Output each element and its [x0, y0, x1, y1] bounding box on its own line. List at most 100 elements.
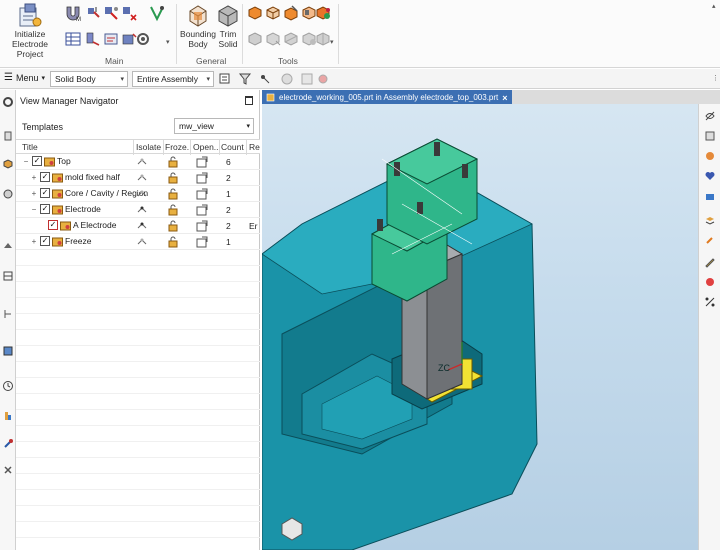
table-row[interactable]: + ✓ Freeze 1	[16, 234, 260, 250]
tools-wrench-icon[interactable]	[2, 438, 14, 450]
tools-disabled-icon-3[interactable]	[282, 30, 300, 48]
expand-toggle-icon[interactable]: +	[30, 237, 38, 246]
close-tab-icon[interactable]: ×	[502, 93, 507, 103]
column-divider[interactable]	[163, 140, 164, 155]
open-part-icon[interactable]	[196, 220, 208, 232]
column-header-open[interactable]: Open...	[193, 142, 219, 152]
lock-icon[interactable]	[167, 236, 179, 248]
column-header-count[interactable]: Count	[221, 142, 244, 152]
view-manager-navigator-icon[interactable]	[2, 240, 14, 252]
snap-disabled-icon-1[interactable]	[280, 72, 294, 86]
lock-icon[interactable]	[167, 204, 179, 216]
open-part-icon[interactable]	[196, 204, 208, 216]
isolate-icon[interactable]	[136, 220, 148, 232]
constraint-navigator-icon[interactable]	[2, 188, 14, 200]
column-header-frozen[interactable]: Froze...	[165, 142, 189, 152]
lock-icon[interactable]	[167, 172, 179, 184]
tools-gallery-dropdown-icon[interactable]: ▾	[330, 38, 334, 46]
document-tab[interactable]: electrode_working_005.prt in Assembly el…	[262, 90, 512, 104]
isolate-icon[interactable]	[136, 156, 148, 168]
type-filter-select[interactable]: Solid Body ▾	[50, 71, 128, 87]
visibility-checkbox[interactable]: ✓	[40, 188, 50, 198]
visibility-checkbox[interactable]: ✓	[48, 220, 58, 230]
table-row[interactable]: + ✓ Core / Cavity / Region 1	[16, 186, 260, 202]
visibility-checkbox[interactable]: ✓	[40, 172, 50, 182]
table-grid-icon[interactable]	[64, 30, 82, 48]
table-row[interactable]: ✓ A Electrode 2 Er	[16, 218, 260, 234]
history-icon[interactable]	[2, 308, 14, 320]
expand-toggle-icon[interactable]: −	[30, 205, 38, 214]
table-row[interactable]: − ✓ Electrode 2	[16, 202, 260, 218]
tools-edit-cube-icon[interactable]	[282, 4, 300, 22]
electrode-move-icon[interactable]	[102, 4, 120, 22]
tools-color-cube-icon[interactable]	[314, 4, 332, 22]
hide-icon[interactable]	[704, 110, 716, 122]
reuse-library-icon[interactable]	[2, 270, 14, 282]
assembly-navigator-icon[interactable]	[2, 158, 14, 170]
lock-icon[interactable]	[167, 220, 179, 232]
open-part-icon[interactable]	[196, 156, 208, 168]
palette-icon[interactable]	[2, 345, 14, 357]
expand-toggle-icon[interactable]: −	[22, 157, 30, 166]
snap-point-icon[interactable]	[258, 72, 272, 86]
column-divider[interactable]	[219, 140, 220, 155]
expand-toggle-icon[interactable]: +	[30, 189, 38, 198]
wrench-icon[interactable]	[704, 234, 716, 246]
lock-icon[interactable]	[167, 188, 179, 200]
visibility-checkbox[interactable]: ✓	[32, 156, 42, 166]
layer-icon[interactable]	[704, 214, 716, 226]
mold-assembly-model[interactable]: ZC	[262, 104, 698, 550]
isolate-icon[interactable]	[136, 204, 148, 216]
electrode-report-icon[interactable]	[102, 30, 120, 48]
heart-shape-icon[interactable]	[704, 170, 716, 182]
column-header-title[interactable]: Title	[22, 142, 38, 152]
column-divider[interactable]	[133, 140, 134, 155]
visibility-checkbox[interactable]: ✓	[40, 204, 50, 214]
clock-icon[interactable]	[2, 380, 14, 392]
part-navigator-icon[interactable]	[2, 130, 14, 142]
column-divider[interactable]	[190, 140, 191, 155]
gear-settings-icon[interactable]	[134, 30, 152, 48]
gear-icon[interactable]	[2, 96, 14, 108]
color-icon[interactable]	[704, 150, 716, 162]
electrode-design-icon[interactable]	[84, 30, 102, 48]
graphics-viewport[interactable]: ZC	[262, 104, 698, 550]
visibility-checkbox[interactable]: ✓	[40, 236, 50, 246]
initialize-electrode-project-button[interactable]: Initialize Electrode Project	[2, 2, 58, 59]
column-header-isolate[interactable]: Isolate	[136, 142, 161, 152]
electrode-add-icon[interactable]	[84, 4, 102, 22]
scope-filter-select[interactable]: Entire Assembly ▾	[132, 71, 214, 87]
check-filter-icon[interactable]	[148, 4, 166, 22]
isolate-icon[interactable]	[136, 172, 148, 184]
open-part-icon[interactable]	[196, 188, 208, 200]
bounding-body-button[interactable]: Bounding Body	[180, 2, 216, 49]
column-divider[interactable]	[246, 140, 247, 155]
tools-disabled-icon-2[interactable]	[264, 30, 282, 48]
toolbar-overflow-icon[interactable]: ⋮	[712, 74, 719, 82]
ribbon-collapse-icon[interactable]: ▴	[712, 2, 716, 10]
tools-disabled-icon-1[interactable]	[246, 30, 264, 48]
show-icon[interactable]	[704, 130, 716, 142]
menu-button[interactable]: ☰ Menu ▾	[4, 72, 45, 83]
column-header-re[interactable]: Re	[249, 142, 260, 152]
display-mode-icon[interactable]	[704, 190, 716, 202]
open-part-icon[interactable]	[196, 236, 208, 248]
funnel-icon[interactable]	[238, 72, 252, 86]
tools-box-outline-icon[interactable]	[264, 4, 282, 22]
template-select[interactable]: mw_view ▾	[174, 118, 254, 134]
lock-icon[interactable]	[167, 156, 179, 168]
pencil-icon[interactable]	[704, 256, 716, 268]
isolate-icon[interactable]	[136, 236, 148, 248]
trim-solid-button[interactable]: Trim Solid	[214, 2, 242, 49]
roles-icon[interactable]	[2, 410, 14, 422]
electrode-delete-icon[interactable]	[120, 4, 138, 22]
close-x-icon[interactable]	[2, 464, 14, 476]
selection-filter-icon[interactable]	[218, 72, 232, 86]
open-part-icon[interactable]	[196, 172, 208, 184]
table-row[interactable]: − ✓ Top 6	[16, 154, 260, 170]
isolate-icon[interactable]	[136, 188, 148, 200]
main-gallery-dropdown-icon[interactable]: ▾	[166, 38, 170, 46]
expand-toggle-icon[interactable]: +	[30, 173, 38, 182]
tools-orange-cube-icon[interactable]	[246, 4, 264, 22]
paint-icon[interactable]	[704, 276, 716, 288]
